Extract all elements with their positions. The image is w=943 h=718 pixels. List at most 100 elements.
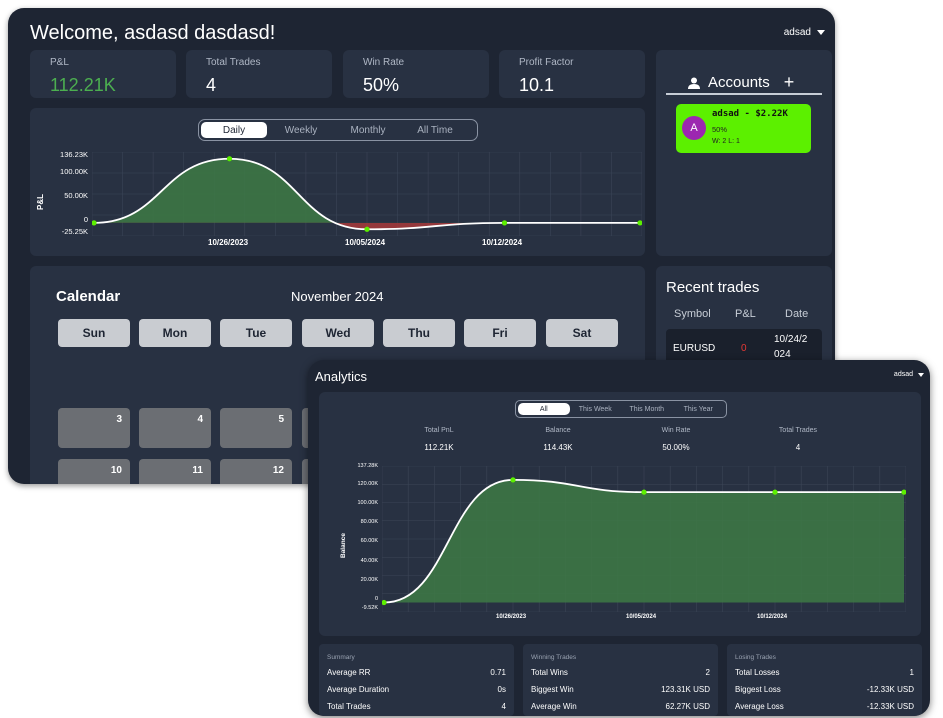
card-title: Losing Trades <box>735 654 776 661</box>
summary-label: Total Trades <box>778 427 818 434</box>
stat-label: Win Rate <box>363 57 405 68</box>
stat-name: Average Win <box>531 702 577 711</box>
range-weekly[interactable]: Weekly <box>267 122 335 138</box>
col-header-pnl: P&L <box>735 308 756 320</box>
day-fri[interactable]: Fri <box>464 319 536 347</box>
card-title: Winning Trades <box>531 654 577 661</box>
winning-trades-card: Winning Trades Total Wins 2 Biggest Win 12… <box>523 644 718 716</box>
date-cell[interactable]: 11 <box>139 459 211 484</box>
balance-area <box>384 479 904 603</box>
stat-row: Average Duration 0s <box>327 685 506 694</box>
welcome-title: Welcome, asdasd dasdasd! <box>30 22 276 44</box>
y-tick: 100.00K <box>357 500 379 506</box>
trade-pnl: 0 <box>741 343 747 354</box>
range-all[interactable]: All <box>518 403 570 415</box>
date-cell[interactable]: 5 <box>220 408 292 448</box>
y-tick: 0 <box>374 596 378 602</box>
user-menu[interactable]: adsad <box>894 371 924 378</box>
account-name: adsad - $2.22K <box>712 109 788 119</box>
calendar-month: November 2024 <box>291 289 384 304</box>
stat-row: Average Win 62.27K USD <box>531 702 710 711</box>
stat-label: Profit Factor <box>519 57 574 68</box>
data-point[interactable] <box>226 156 233 162</box>
stat-name: Average Loss <box>735 702 784 711</box>
day-tue[interactable]: Tue <box>220 319 292 347</box>
stat-row: Total Wins 2 <box>531 668 710 677</box>
analytics-range-selector: All This Week This Month This Year <box>515 400 727 418</box>
calendar-title: Calendar <box>56 288 121 305</box>
data-point[interactable] <box>92 220 97 226</box>
day-thu[interactable]: Thu <box>383 319 455 347</box>
stat-row: Total Trades 4 <box>327 702 506 711</box>
data-point[interactable] <box>501 220 508 226</box>
stat-name: Total Trades <box>327 702 371 711</box>
range-this-year[interactable]: This Year <box>673 403 725 415</box>
stat-card-win-rate: Win Rate 50% <box>343 50 489 98</box>
stat-name: Biggest Loss <box>735 685 781 694</box>
x-tick: 10/05/2024 <box>345 238 386 247</box>
stat-value: 0s <box>497 685 506 694</box>
stat-name: Total Wins <box>531 668 568 677</box>
y-axis-title: P&L <box>36 194 45 210</box>
y-tick: 80.00K <box>360 519 378 525</box>
stat-card-profit-factor: Profit Factor 10.1 <box>499 50 645 98</box>
day-sun[interactable]: Sun <box>58 319 130 347</box>
chevron-down-icon <box>817 30 825 35</box>
date-cell[interactable]: 3 <box>58 408 130 448</box>
y-tick: -25.25K <box>61 227 88 236</box>
data-point[interactable] <box>641 489 647 495</box>
stat-row: Total Losses 1 <box>735 668 914 677</box>
y-tick: 0 <box>83 215 88 224</box>
x-tick: 10/26/2023 <box>496 614 527 620</box>
stat-value: 4 <box>501 702 506 711</box>
user-menu[interactable]: adsad <box>784 27 825 38</box>
y-tick: -9.52K <box>361 605 378 611</box>
range-this-week[interactable]: This Week <box>570 403 622 415</box>
date-cell[interactable]: 4 <box>139 408 211 448</box>
col-header-date: Date <box>785 308 809 320</box>
stat-value: 0.71 <box>490 668 506 677</box>
data-point[interactable] <box>772 489 778 495</box>
recent-trades-title: Recent trades <box>666 279 760 296</box>
pnl-chart <box>92 152 642 236</box>
data-point[interactable] <box>637 220 642 226</box>
range-daily[interactable]: Daily <box>201 122 267 138</box>
range-monthly[interactable]: Monthly <box>335 122 401 138</box>
add-account-icon[interactable]: + <box>784 72 795 93</box>
account-card[interactable]: A adsad - $2.22K 50% W: 2 L: 1 <box>676 104 811 153</box>
day-sat[interactable]: Sat <box>546 319 618 347</box>
card-title: Summary <box>327 654 355 661</box>
user-name: adsad <box>893 371 913 378</box>
x-tick: 10/26/2023 <box>208 238 249 247</box>
day-wed[interactable]: Wed <box>302 319 374 347</box>
avatar: A <box>682 116 706 140</box>
y-tick: 60.00K <box>360 538 378 544</box>
y-tick: 137.28K <box>357 463 379 469</box>
date-cell[interactable]: 12 <box>220 459 292 484</box>
y-tick: 20.00K <box>360 577 378 583</box>
divider <box>666 93 822 95</box>
date-cell[interactable]: 10 <box>58 459 130 484</box>
range-all-time[interactable]: All Time <box>401 122 469 138</box>
account-win-loss: W: 2 L: 1 <box>712 138 740 145</box>
data-point[interactable] <box>364 226 370 232</box>
summary-label: Win Rate <box>661 427 691 434</box>
x-tick: 10/12/2024 <box>757 614 788 620</box>
stat-value: 2 <box>705 668 710 677</box>
stat-value: 123.31K USD <box>661 685 710 694</box>
y-tick: 136.23K <box>60 150 88 159</box>
data-point[interactable] <box>510 477 516 483</box>
summary-label: Balance <box>545 427 571 434</box>
col-header-symbol: Symbol <box>674 308 711 320</box>
trade-date: 10/24/2 <box>774 334 808 345</box>
user-icon <box>688 77 700 89</box>
accounts-title: Accounts <box>708 74 770 91</box>
data-point[interactable] <box>382 599 387 606</box>
day-mon[interactable]: Mon <box>139 319 211 347</box>
summary-value: 50.00% <box>662 443 690 452</box>
stat-card-total-trades: Total Trades 4 <box>186 50 332 98</box>
range-this-month[interactable]: This Month <box>621 403 673 415</box>
stat-value: 62.27K USD <box>665 702 710 711</box>
stat-value: 10.1 <box>519 75 555 95</box>
summary-value: 4 <box>795 443 801 452</box>
